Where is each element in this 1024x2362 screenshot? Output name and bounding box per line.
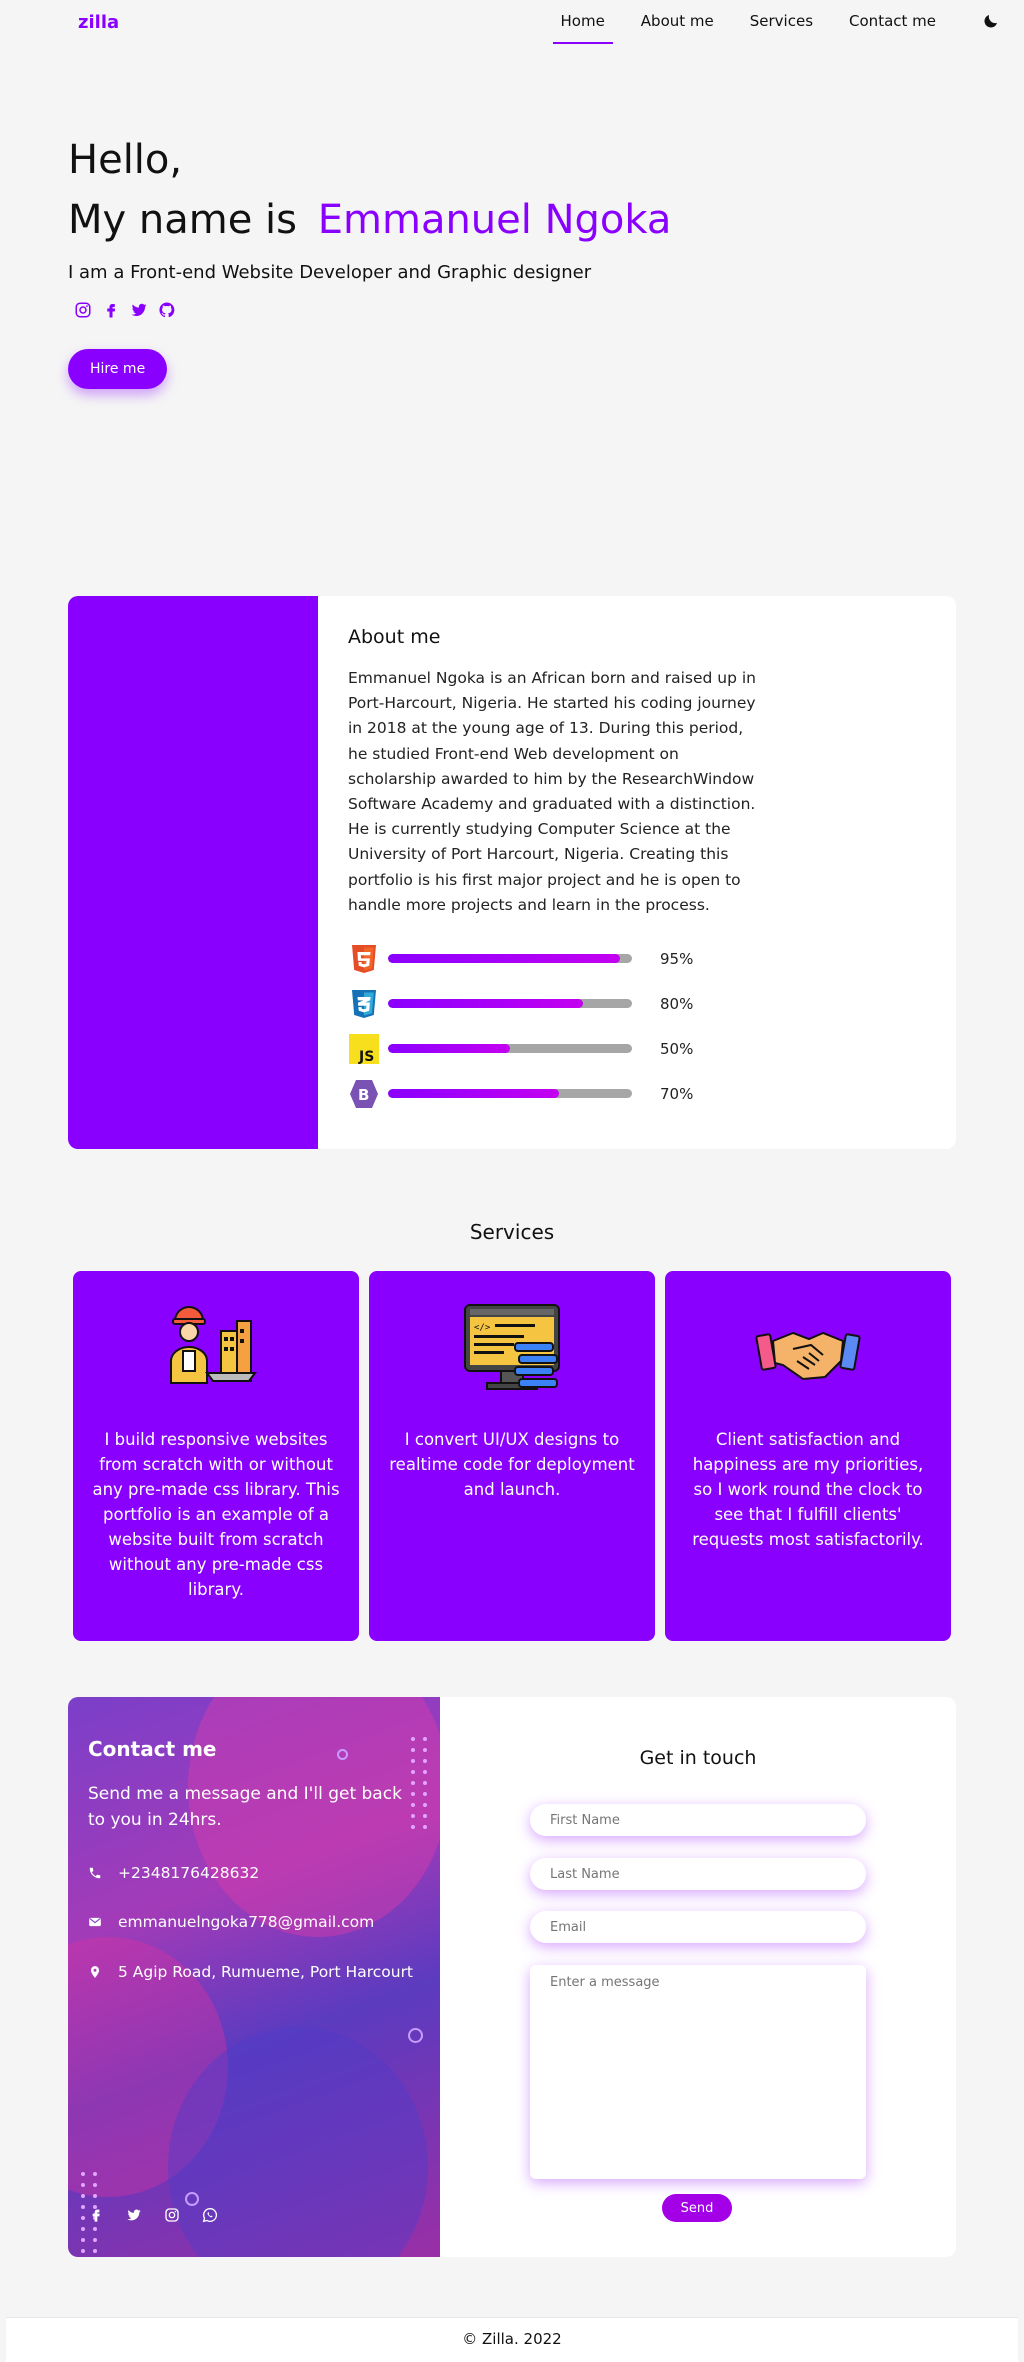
service-text: I convert UI/UX designs to realtime code… [389, 1430, 635, 1499]
handshake-icon [755, 1331, 861, 1381]
about-content: About me Emmanuel Ngoka is an African bo… [348, 626, 758, 1116]
github-icon[interactable] [158, 301, 176, 319]
skill-bar-fill [388, 999, 584, 1009]
skill-bar-fill [388, 1044, 510, 1054]
facebook-icon[interactable] [88, 2207, 104, 2223]
javascript-icon: JS [349, 1033, 379, 1065]
nav-links: Home About me Services Contact me [552, 12, 945, 44]
html5-icon [352, 944, 376, 973]
hero-tagline: I am a Front-end Website Developer and G… [68, 262, 592, 283]
contact-subtitle: Send me a message and I'll get back to y… [88, 1784, 402, 1830]
hero-greeting: Hello, [68, 137, 183, 183]
instagram-icon[interactable] [164, 2207, 180, 2223]
skill-row: B 70% [348, 1071, 758, 1116]
svg-text:</>: </> [474, 1323, 491, 1333]
contact-email: emmanuelngoka778@gmail.com [88, 1913, 374, 1931]
hero-socials [74, 301, 671, 319]
services-title: Services [469, 1220, 555, 1244]
skill-bar-bootstrap [388, 1089, 632, 1099]
skill-row: JS 50% [348, 1026, 758, 1071]
css3-icon [352, 989, 376, 1018]
contact-address: 5 Agip Road, Rumueme, Port Harcourt [88, 1963, 413, 1981]
decorative-ring [337, 1749, 348, 1760]
contact-title: Contact me [88, 1737, 217, 1761]
contact-info-panel: Contact me Send me a message and I'll ge… [68, 1697, 440, 2257]
service-card-build: I build responsive websites from scratch… [73, 1271, 359, 1641]
skill-percent: 70% [660, 1084, 694, 1103]
location-icon [90, 1966, 100, 1978]
skill-percent: 50% [660, 1039, 694, 1058]
decorative-ring [408, 2028, 423, 2043]
get-in-touch-title: Get in touch [639, 1747, 757, 1769]
contact-card: Contact me Send me a message and I'll ge… [68, 1697, 956, 2257]
bootstrap-icon: B [350, 1079, 378, 1108]
phone-icon [89, 1867, 101, 1879]
skill-row: 95% [348, 936, 758, 981]
svg-text:JS: JS [358, 1049, 374, 1065]
send-button[interactable]: Send [662, 2194, 732, 2222]
about-text: Emmanuel Ngoka is an African born and ra… [348, 669, 757, 914]
code-monitor-icon: </> [464, 1304, 560, 1390]
nav-link-services[interactable]: Services [742, 12, 821, 30]
message-textarea[interactable] [530, 1965, 866, 2179]
instagram-icon[interactable] [74, 301, 92, 319]
service-card-convert: </> I convert UI/UX designs to realtime … [369, 1271, 655, 1641]
hero-name-prefix: My name is [68, 197, 298, 243]
whatsapp-icon[interactable] [202, 2207, 218, 2223]
service-text: I build responsive websites from scratch… [92, 1430, 340, 1599]
skill-percent: 95% [660, 949, 694, 968]
contact-address-value: 5 Agip Road, Rumueme, Port Harcourt [118, 1963, 414, 1981]
skill-bar-css [388, 999, 632, 1009]
first-name-input[interactable] [530, 1804, 866, 1836]
email-input[interactable] [530, 1911, 866, 1943]
contact-phone-value[interactable]: +2348176428632 [118, 1864, 259, 1882]
logo[interactable]: zilla [78, 12, 119, 33]
twitter-icon[interactable] [130, 301, 148, 319]
contact-phone: +2348176428632 [88, 1864, 259, 1882]
twitter-icon[interactable] [126, 2207, 142, 2223]
hire-me-button[interactable]: Hire me [68, 349, 168, 389]
decorative-ring [185, 2192, 199, 2206]
hero-section: Hello, My name is Emmanuel Ngoka I am a … [68, 130, 671, 389]
last-name-input[interactable] [530, 1858, 866, 1890]
nav-link-contact[interactable]: Contact me [841, 12, 944, 30]
facebook-icon[interactable] [102, 301, 120, 319]
about-image-panel [68, 596, 318, 1149]
skill-row: 80% [348, 981, 758, 1026]
contact-socials [88, 2207, 218, 2223]
hero-name: Emmanuel Ngoka [317, 197, 672, 243]
moon-icon[interactable] [982, 12, 1000, 30]
service-text: Client satisfaction and happiness are my… [692, 1430, 924, 1549]
about-title: About me [348, 626, 441, 648]
skill-bar-fill [388, 1089, 559, 1099]
svg-text:B: B [358, 1086, 369, 1104]
skill-bar-fill [388, 954, 620, 964]
contact-email-value[interactable]: emmanuelngoka778@gmail.com [118, 1913, 374, 1931]
skills-list: 95% 80% JS 50% B 70% [348, 936, 758, 1116]
skill-percent: 80% [660, 994, 694, 1013]
nav-link-home[interactable]: Home [552, 12, 614, 44]
mail-icon [89, 1917, 101, 1927]
nav-link-about[interactable]: About me [633, 12, 722, 30]
navbar: zilla Home About me Services Contact me [0, 0, 1024, 46]
footer-copyright: © Zilla. 2022 [462, 2330, 562, 2348]
skill-bar-html [388, 954, 632, 964]
footer: © Zilla. 2022 [6, 2317, 1018, 2362]
about-card: About me Emmanuel Ngoka is an African bo… [68, 596, 956, 1149]
skill-bar-js [388, 1044, 632, 1054]
contact-form-panel: Get in touch Send [440, 1697, 956, 2257]
builder-icon [170, 1306, 257, 1384]
hero-name-line: My name is Emmanuel Ngoka [68, 190, 671, 250]
service-card-satisfaction: Client satisfaction and happiness are my… [665, 1271, 951, 1641]
